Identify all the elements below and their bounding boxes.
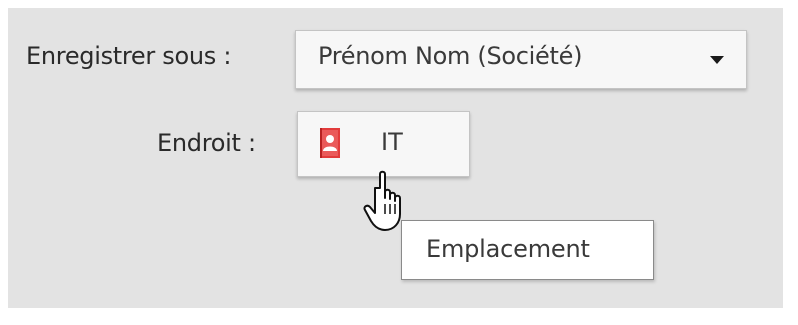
tooltip-text: Emplacement bbox=[426, 235, 590, 263]
contacts-book-icon bbox=[320, 128, 340, 158]
save-as-label: Enregistrer sous : bbox=[26, 42, 232, 70]
save-as-selected-value: Prénom Nom (Société) bbox=[318, 42, 583, 70]
save-dialog-panel: Enregistrer sous : Prénom Nom (Société) … bbox=[8, 8, 783, 308]
save-as-dropdown[interactable]: Prénom Nom (Société) bbox=[295, 30, 747, 89]
location-tooltip: Emplacement bbox=[401, 220, 654, 280]
chevron-down-icon bbox=[710, 56, 724, 64]
location-label: Endroit : bbox=[157, 129, 256, 157]
location-value: IT bbox=[381, 128, 403, 156]
